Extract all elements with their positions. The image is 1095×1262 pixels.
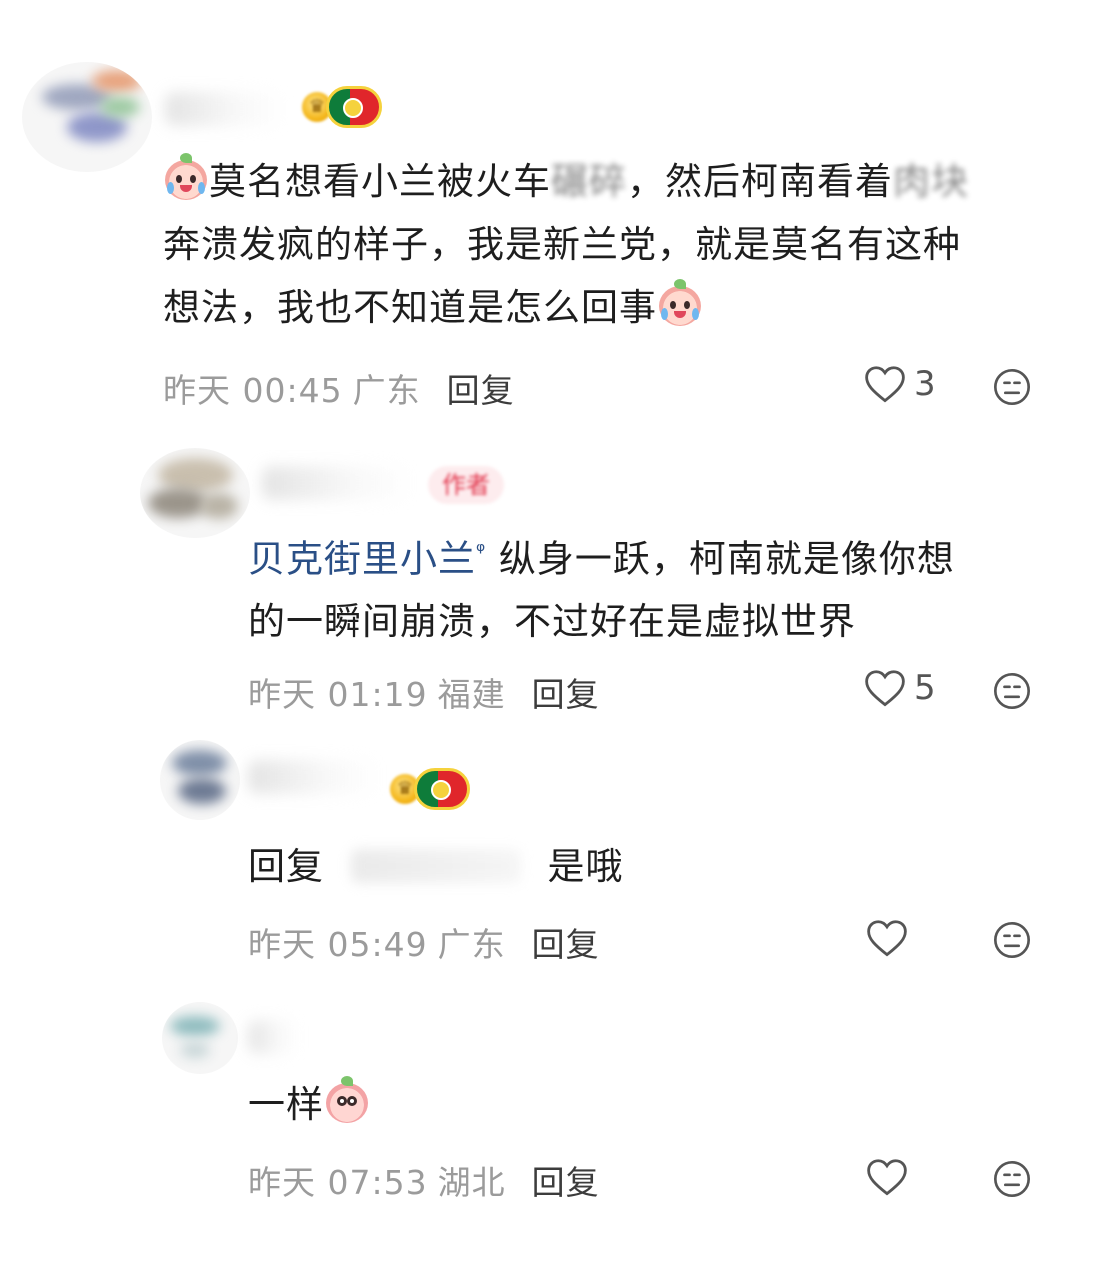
comment-time: 昨天 05:49 xyxy=(248,925,428,964)
comment-location: 福建 xyxy=(437,675,506,714)
like-count: 5 xyxy=(914,668,936,708)
username-redacted[interactable] xyxy=(165,92,285,126)
avatar[interactable] xyxy=(162,1002,238,1074)
neutral-face-icon[interactable] xyxy=(992,367,1032,407)
like-count: 3 xyxy=(914,364,936,404)
comment-text: 贝克街里小兰ᵠ 纵身一跃，柯南就是像你想 的一瞬间崩溃，不过好在是虚拟世界 xyxy=(248,537,955,644)
heart-outline-icon xyxy=(865,366,905,403)
pleading-emoji-icon xyxy=(326,1076,368,1123)
neutral-face-icon[interactable] xyxy=(992,920,1032,960)
heart-outline-icon xyxy=(867,1159,907,1196)
like-button[interactable]: 3 xyxy=(864,364,936,404)
reply-button[interactable]: 回复 xyxy=(447,364,515,412)
author-tag: 作者 xyxy=(428,466,504,504)
avatar[interactable] xyxy=(22,62,152,172)
comment-thread: ♛ 莫名想看小兰被火车碾碎，然后柯南看着肉块 奔溃发疯的样子，我是新兰党，就是莫… xyxy=(0,0,1095,1262)
like-button[interactable] xyxy=(866,1157,908,1197)
avatar[interactable] xyxy=(140,448,250,538)
crying-emoji-icon xyxy=(165,153,207,200)
heart-outline-icon xyxy=(867,920,907,957)
comment-location: 广东 xyxy=(352,371,421,410)
username-redacted[interactable] xyxy=(262,466,412,500)
comment-text: 莫名想看小兰被火车碾碎，然后柯南看着肉块 奔溃发疯的样子，我是新兰党，就是莫名有… xyxy=(163,153,969,329)
portugal-flag-icon xyxy=(414,768,470,810)
user-badges: ♛ xyxy=(300,86,382,128)
search-icon: ᵠ xyxy=(476,539,487,564)
avatar[interactable] xyxy=(160,740,240,820)
reply-button[interactable]: 回复 xyxy=(532,918,600,966)
like-button[interactable]: 5 xyxy=(864,668,936,708)
username-redacted[interactable] xyxy=(248,1020,298,1054)
mention-link[interactable]: 贝克街里小兰 xyxy=(248,537,476,580)
comment-location: 广东 xyxy=(437,925,506,964)
replied-username-redacted[interactable] xyxy=(350,849,521,883)
neutral-face-icon[interactable] xyxy=(992,1159,1032,1199)
username-redacted[interactable] xyxy=(248,760,378,794)
comment-meta: 昨天 01:19 福建 回复 xyxy=(248,668,600,716)
reply-button[interactable]: 回复 xyxy=(532,1156,600,1204)
heart-outline-icon xyxy=(865,670,905,707)
user-badges: ♛ xyxy=(388,768,470,810)
comment-meta: 昨天 00:45 广东 回复 xyxy=(163,364,515,412)
comment-time: 昨天 00:45 xyxy=(163,371,343,410)
portugal-flag-icon xyxy=(326,86,382,128)
comment-meta: 昨天 05:49 广东 回复 xyxy=(248,918,600,966)
crying-emoji-icon xyxy=(659,279,701,326)
comment-time: 昨天 07:53 xyxy=(248,1163,428,1202)
neutral-face-icon[interactable] xyxy=(992,671,1032,711)
reply-button[interactable]: 回复 xyxy=(532,668,600,716)
comment-location: 湖北 xyxy=(437,1163,506,1202)
comment-text: 回复 是哦 xyxy=(248,845,624,888)
like-button[interactable] xyxy=(866,918,908,958)
reply-prefix: 回复 xyxy=(248,845,324,888)
comment-text: 一样 xyxy=(248,1073,848,1136)
comment-time: 昨天 01:19 xyxy=(248,675,428,714)
comment-meta: 昨天 07:53 湖北 回复 xyxy=(248,1156,600,1204)
